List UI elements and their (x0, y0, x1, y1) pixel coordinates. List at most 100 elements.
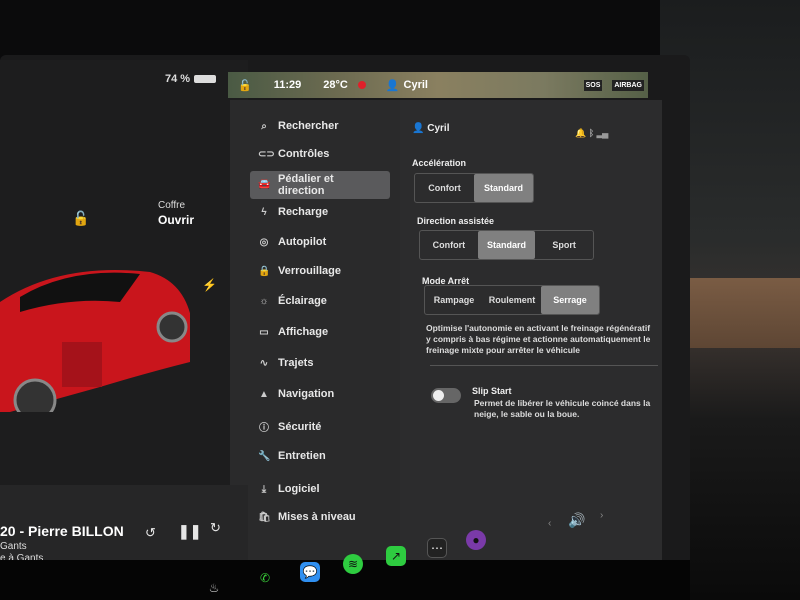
divider (430, 365, 658, 366)
sidebar-item-pedals-steering[interactable]: 🚘 Pédalier et direction (250, 171, 390, 199)
signal-icon: ▂▄ (596, 128, 609, 138)
sidebar-item-navigation[interactable]: ▲ Navigation (258, 388, 334, 400)
steering-option-standard[interactable]: Standard (477, 231, 536, 259)
bolt-icon: ϟ (261, 206, 267, 218)
media-player: 20 - Pierre BILLON Gants e à Gants ↺ ❚❚ … (0, 485, 248, 564)
route-icon: ∿ (259, 357, 269, 369)
battery-icon (194, 75, 217, 83)
sidebar-item-label: Contrôles (278, 148, 330, 160)
search-icon: ⌕ (261, 120, 267, 132)
messages-icon[interactable]: 💬 (300, 562, 320, 582)
rewind-15-icon[interactable]: ↺ (145, 525, 156, 541)
slip-start-description: Permet de libérer le véhicule coincé dan… (474, 398, 651, 419)
steering-option-confort[interactable]: Confort (420, 231, 478, 259)
acceleration-selector: Confort Standard (414, 173, 534, 203)
sidebar-item-locks[interactable]: 🔒 Verrouillage (258, 265, 341, 277)
sidebar-item-lights[interactable]: ☼ Éclairage (258, 295, 327, 307)
sidebar-item-label: Pédalier et direction (278, 173, 334, 197)
charge-port-icon[interactable]: ⚡ (202, 278, 217, 292)
unlock-icon[interactable]: 🔓 (72, 210, 89, 227)
status-bar: 🔓 11:29 28°C 👤 Cyril SOS AIRBAG (228, 72, 648, 98)
spotify-icon[interactable]: ≋ (343, 554, 363, 574)
dashboard-wood-trim (690, 278, 800, 348)
bell-icon[interactable]: 🔔 (575, 128, 586, 138)
navigation-icon: ▲ (259, 388, 269, 400)
sidebar-item-label: Mises à niveau (278, 511, 356, 523)
sidebar-item-controls[interactable]: ⊂⊃ Contrôles (258, 148, 329, 160)
trunk-open-button[interactable]: Ouvrir (158, 213, 194, 227)
steering-label: Direction assistée (417, 216, 495, 226)
profile-name[interactable]: Cyril (404, 79, 428, 91)
stop-mode-option-roulement[interactable]: Roulement (483, 286, 541, 314)
steering-wheel-icon: ◎ (259, 236, 269, 248)
sidebar-item-label: Rechercher (278, 120, 339, 132)
battery-percent: 74 % (165, 73, 191, 85)
sidebar-item-trips[interactable]: ∿ Trajets (258, 357, 314, 369)
stop-mode-option-serrage[interactable]: Serrage (541, 286, 599, 314)
sidebar-item-charging[interactable]: ϟ Recharge (258, 206, 328, 218)
stop-mode-option-rampage[interactable]: Rampage (425, 286, 483, 314)
stop-mode-selector: Rampage Roulement Serrage (424, 285, 600, 315)
sidebar-item-label: Logiciel (278, 483, 320, 495)
dashcam-record-icon[interactable] (357, 81, 366, 89)
acceleration-option-confort[interactable]: Confort (415, 174, 474, 202)
clock: 11:29 (273, 79, 302, 91)
volume-up-chevron-icon[interactable]: › (600, 510, 603, 521)
sidebar-item-label: Verrouillage (278, 265, 341, 277)
profile-header[interactable]: 👤 Cyril (412, 123, 449, 134)
sos-icon[interactable]: SOS (583, 79, 603, 91)
sidebar-item-label: Éclairage (278, 295, 327, 307)
download-icon: ⤓ (261, 483, 267, 495)
car-image (0, 270, 190, 412)
lock-status-icon[interactable]: 🔓 (238, 79, 252, 92)
volume-down-chevron-icon[interactable]: ‹ (548, 518, 551, 529)
acceleration-label: Accélération (412, 158, 467, 168)
track-title: 20 - Pierre BILLON (0, 523, 124, 539)
bag-icon: 🛍 (258, 511, 271, 523)
car-icon: 🚘 (258, 179, 271, 190)
sidebar-item-autopilot[interactable]: ◎ Autopilot (258, 236, 327, 248)
forward-15-icon[interactable]: ↻ (210, 520, 221, 536)
slip-start-label: Slip Start (472, 386, 512, 396)
lock-icon: 🔒 (258, 265, 271, 277)
sidebar-item-search[interactable]: ⌕ Rechercher (258, 120, 339, 132)
sidebar-item-safety[interactable]: ⓘ Sécurité (258, 419, 321, 435)
more-apps-icon[interactable]: ⋯ (427, 538, 447, 558)
sidebar-item-label: Recharge (278, 206, 329, 218)
battery-status: 74 % (165, 73, 217, 85)
slip-start-toggle[interactable] (431, 388, 461, 403)
camera-app-icon[interactable]: ● (466, 530, 486, 550)
display-icon: ▭ (259, 326, 269, 338)
sun-icon: ☼ (259, 295, 269, 307)
sidebar-item-label: Affichage (278, 326, 329, 338)
sidebar-item-service[interactable]: 🔧 Entretien (258, 450, 326, 462)
stop-mode-description: Optimise l'autonomie en activant le frei… (426, 323, 651, 355)
user-icon[interactable]: 👤 (386, 79, 400, 92)
profile-name: Cyril (427, 123, 450, 134)
acceleration-option-standard[interactable]: Standard (474, 174, 533, 202)
sidebar-item-label: Entretien (278, 450, 326, 462)
wrench-icon: 🔧 (258, 450, 271, 462)
sidebar-item-label: Autopilot (278, 236, 327, 248)
bluetooth-icon[interactable]: ᛒ (589, 128, 594, 138)
temperature: 28°C (323, 79, 348, 91)
pause-icon[interactable]: ❚❚ (178, 523, 201, 540)
info-icon: ⓘ (259, 423, 269, 434)
steering-selector: Confort Standard Sport (419, 230, 594, 260)
trunk-label: Coffre (158, 200, 186, 211)
app-dock: ♨ ✆ 💬 ≋ ↗ ⋯ ● ‹ 🔊 › (0, 510, 690, 600)
passenger-airbag-icon: AIRBAG (612, 79, 644, 91)
sidebar-item-label: Navigation (278, 388, 335, 400)
user-icon: 👤 (412, 123, 428, 134)
rear-defrost-icon[interactable]: ♨ (204, 578, 224, 598)
phone-icon[interactable]: ✆ (255, 568, 275, 588)
sidebar-item-display[interactable]: ▭ Affichage (258, 326, 328, 338)
sidebar-item-upgrades[interactable]: 🛍 Mises à niveau (258, 511, 356, 523)
sidebar-item-software[interactable]: ⤓ Logiciel (258, 483, 320, 495)
stocks-app-icon[interactable]: ↗ (386, 546, 406, 566)
sidebar-item-label: Trajets (278, 357, 314, 369)
toggle-icon: ⊂⊃ (258, 148, 275, 160)
steering-option-sport[interactable]: Sport (535, 231, 593, 259)
track-artist: Gants (0, 541, 27, 552)
volume-icon[interactable]: 🔊 (568, 512, 585, 529)
